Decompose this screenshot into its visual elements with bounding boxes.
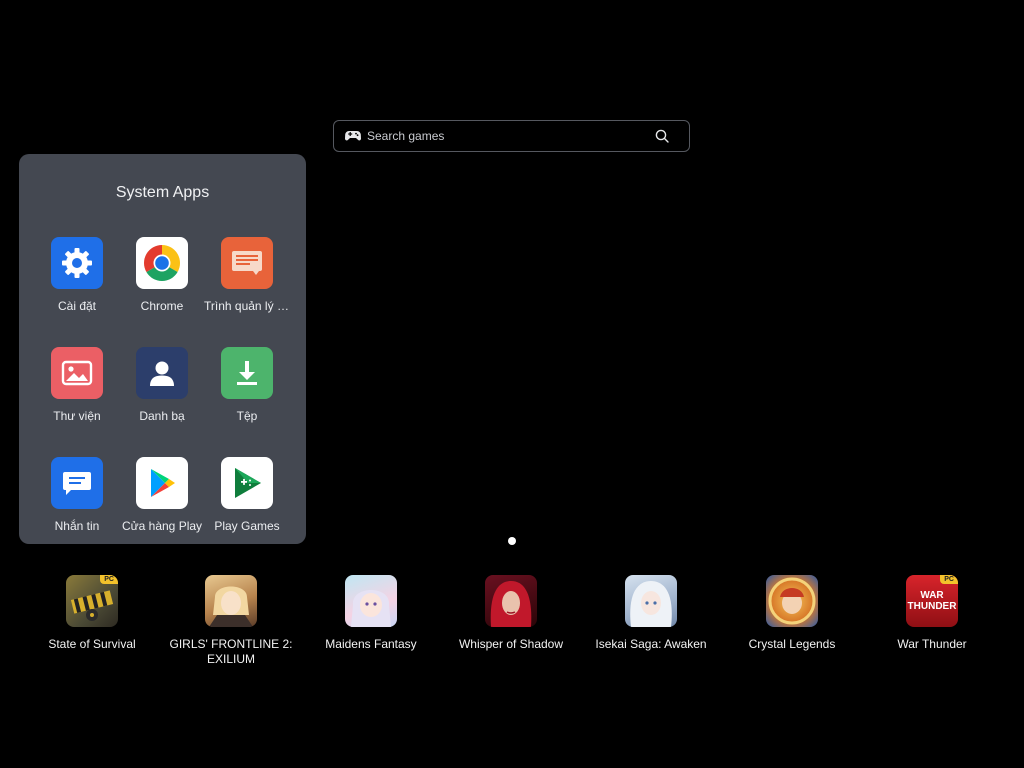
game-girls-frontline-2[interactable]: GIRLS' FRONTLINE 2: EXILIUM xyxy=(166,575,296,667)
isekai-saga-icon xyxy=(625,575,677,627)
app-messages[interactable]: Nhắn tin xyxy=(34,457,120,533)
app-play-games[interactable]: Play Games xyxy=(204,457,290,533)
messages-icon xyxy=(51,457,103,509)
gallery-icon xyxy=(51,347,103,399)
app-settings[interactable]: Cài đặt xyxy=(34,237,120,313)
app-label: Tệp xyxy=(236,409,258,423)
game-label: Maidens Fantasy xyxy=(325,637,417,651)
app-chrome[interactable]: Chrome xyxy=(119,237,205,313)
app-label: Chrome xyxy=(140,299,184,313)
settings-gear-icon xyxy=(51,237,103,289)
pc-badge: PC xyxy=(940,575,958,584)
game-crystal-legends[interactable]: Crystal Legends xyxy=(727,575,857,652)
crystal-legends-icon xyxy=(766,575,818,627)
game-label: State of Survival xyxy=(48,637,136,651)
game-label: GIRLS' FRONTLINE 2: EXILIUM xyxy=(169,637,293,666)
app-gallery[interactable]: Thư viện xyxy=(34,347,120,423)
game-war-thunder[interactable]: WAR THUNDER PC War Thunder xyxy=(867,575,997,652)
game-isekai-saga[interactable]: Isekai Saga: Awaken xyxy=(586,575,716,652)
game-maidens-fantasy[interactable]: Maidens Fantasy xyxy=(306,575,436,652)
play-games-icon xyxy=(221,457,273,509)
state-of-survival-icon: PC xyxy=(66,575,118,627)
folder-title: System Apps xyxy=(115,184,210,201)
app-label: Cửa hàng Play xyxy=(121,519,203,533)
app-label: Nhắn tin xyxy=(54,519,100,533)
war-thunder-icon: WAR THUNDER PC xyxy=(906,575,958,627)
app-files[interactable]: Tệp xyxy=(204,347,290,423)
war-thunder-logo-text: WAR THUNDER xyxy=(907,590,957,612)
play-store-icon xyxy=(136,457,188,509)
system-apps-folder: System Apps Cài đặt Chrome Trình quản lý… xyxy=(19,154,306,544)
app-label: Danh bạ xyxy=(139,409,185,423)
search-bar[interactable] xyxy=(333,120,690,152)
game-label: Whisper of Shadow xyxy=(458,637,564,651)
app-file-manager[interactable]: Trình quản lý tậ... xyxy=(204,237,290,313)
app-contacts[interactable]: Danh bạ xyxy=(119,347,205,423)
game-state-of-survival[interactable]: PC State of Survival xyxy=(27,575,157,652)
app-label: Cài đặt xyxy=(57,299,97,313)
girls-frontline-2-icon xyxy=(205,575,257,627)
page-indicator-dot xyxy=(508,537,516,545)
game-label: Isekai Saga: Awaken xyxy=(595,637,707,651)
contacts-icon xyxy=(136,347,188,399)
game-whisper-of-shadow[interactable]: Whisper of Shadow xyxy=(446,575,576,652)
chrome-icon xyxy=(136,237,188,289)
search-icon[interactable] xyxy=(655,128,671,144)
search-input[interactable] xyxy=(367,129,655,143)
app-label: Thư viện xyxy=(53,409,101,423)
download-icon xyxy=(221,347,273,399)
game-label: War Thunder xyxy=(897,637,967,651)
pc-badge: PC xyxy=(100,575,118,584)
maidens-fantasy-icon xyxy=(345,575,397,627)
app-label: Play Games xyxy=(214,519,280,533)
app-play-store[interactable]: Cửa hàng Play xyxy=(119,457,205,533)
whisper-of-shadow-icon xyxy=(485,575,537,627)
file-manager-icon xyxy=(221,237,273,289)
app-label: Trình quản lý tậ... xyxy=(204,299,290,313)
game-label: Crystal Legends xyxy=(748,637,836,651)
gamepad-icon xyxy=(345,128,361,144)
